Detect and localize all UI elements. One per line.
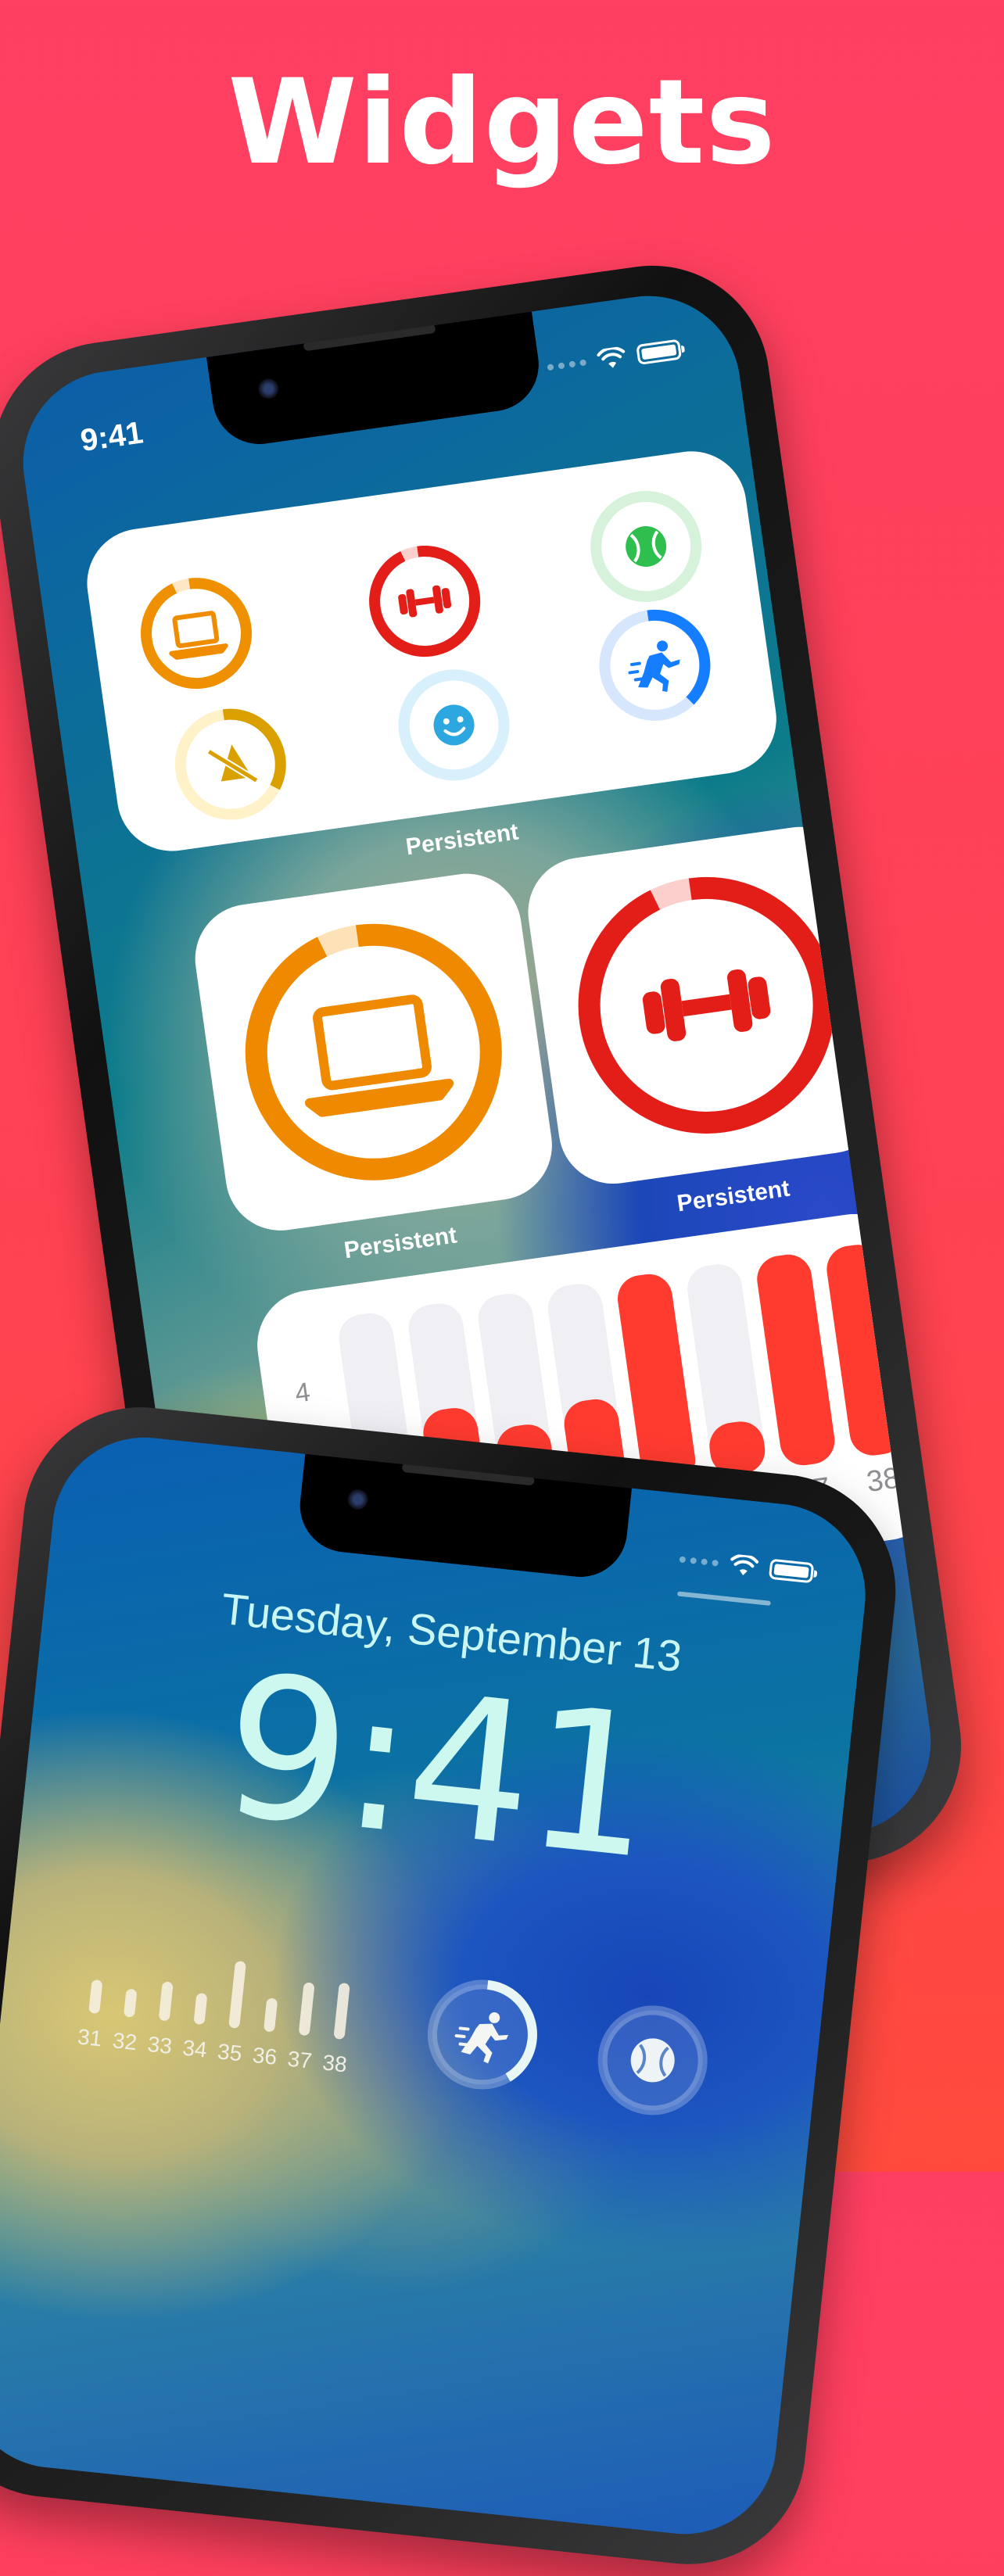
widget-multi-habit[interactable] — [80, 444, 783, 858]
status-bar — [546, 339, 683, 379]
habit-ring-workout[interactable] — [358, 535, 491, 671]
widget-laptop[interactable] — [188, 866, 559, 1238]
battery-icon — [636, 339, 683, 366]
status-bar — [678, 1549, 815, 1585]
mini-bar — [298, 1981, 315, 2037]
wifi-icon — [730, 1553, 759, 1576]
signal-icon — [679, 1556, 719, 1567]
laptop-icon — [305, 994, 454, 1117]
dumbbell-icon — [642, 969, 771, 1041]
lock-widget-running[interactable] — [418, 1970, 547, 2103]
smile-icon — [433, 704, 475, 746]
dumbbell-icon — [398, 585, 452, 618]
runner-icon — [628, 640, 680, 693]
wifi-icon — [597, 346, 626, 368]
lock-mini-chart[interactable]: 31 32 33 34 35 36 37 38 — [71, 1941, 364, 2087]
mini-x-label: 31 — [76, 2024, 103, 2051]
mini-bar — [123, 1988, 138, 2018]
lock-widget-tennis[interactable] — [588, 1996, 717, 2129]
no-food-icon — [206, 744, 259, 784]
y-tick-label: 4 — [293, 1377, 313, 1409]
mini-bar — [88, 1979, 103, 2015]
mini-x-label: 34 — [181, 2035, 209, 2062]
tennis-ball-icon — [626, 525, 667, 567]
mini-x-label: 32 — [111, 2028, 138, 2055]
mini-bar — [192, 1993, 207, 2026]
headline: Widgets — [228, 55, 776, 191]
bar — [754, 1251, 838, 1469]
habit-ring-laptop-large — [245, 923, 502, 1181]
battery-icon — [768, 1558, 815, 1584]
habit-ring-no-food[interactable] — [164, 698, 297, 834]
signal-icon — [547, 359, 587, 371]
camera — [346, 1488, 369, 1511]
habit-ring-laptop[interactable] — [130, 567, 263, 703]
habit-ring-tennis[interactable] — [579, 480, 712, 616]
lock-screen: Tuesday, September 13 9:41 31 32 33 34 35 36 3… — [0, 1428, 875, 2543]
mini-x-label: 38 — [321, 2050, 349, 2077]
mini-x-label: 37 — [286, 2046, 314, 2073]
status-time: 9:41 — [78, 415, 145, 459]
bar — [615, 1270, 699, 1489]
camera — [256, 377, 281, 400]
phone-lock-screen: Tuesday, September 13 9:41 31 32 33 34 35 36 3… — [0, 1395, 908, 2576]
mini-x-label: 36 — [251, 2042, 278, 2070]
habit-ring-running[interactable] — [589, 599, 722, 735]
mini-bar — [158, 1980, 174, 2022]
mini-bar — [228, 1960, 246, 2029]
mini-bar — [332, 1982, 350, 2040]
mini-x-label: 33 — [146, 2031, 174, 2058]
laptop-icon — [169, 611, 228, 660]
mini-bar — [263, 1997, 278, 2033]
mini-x-label: 35 — [216, 2039, 243, 2066]
habit-ring-mood[interactable] — [388, 659, 521, 795]
home-indicator — [676, 1591, 771, 1606]
